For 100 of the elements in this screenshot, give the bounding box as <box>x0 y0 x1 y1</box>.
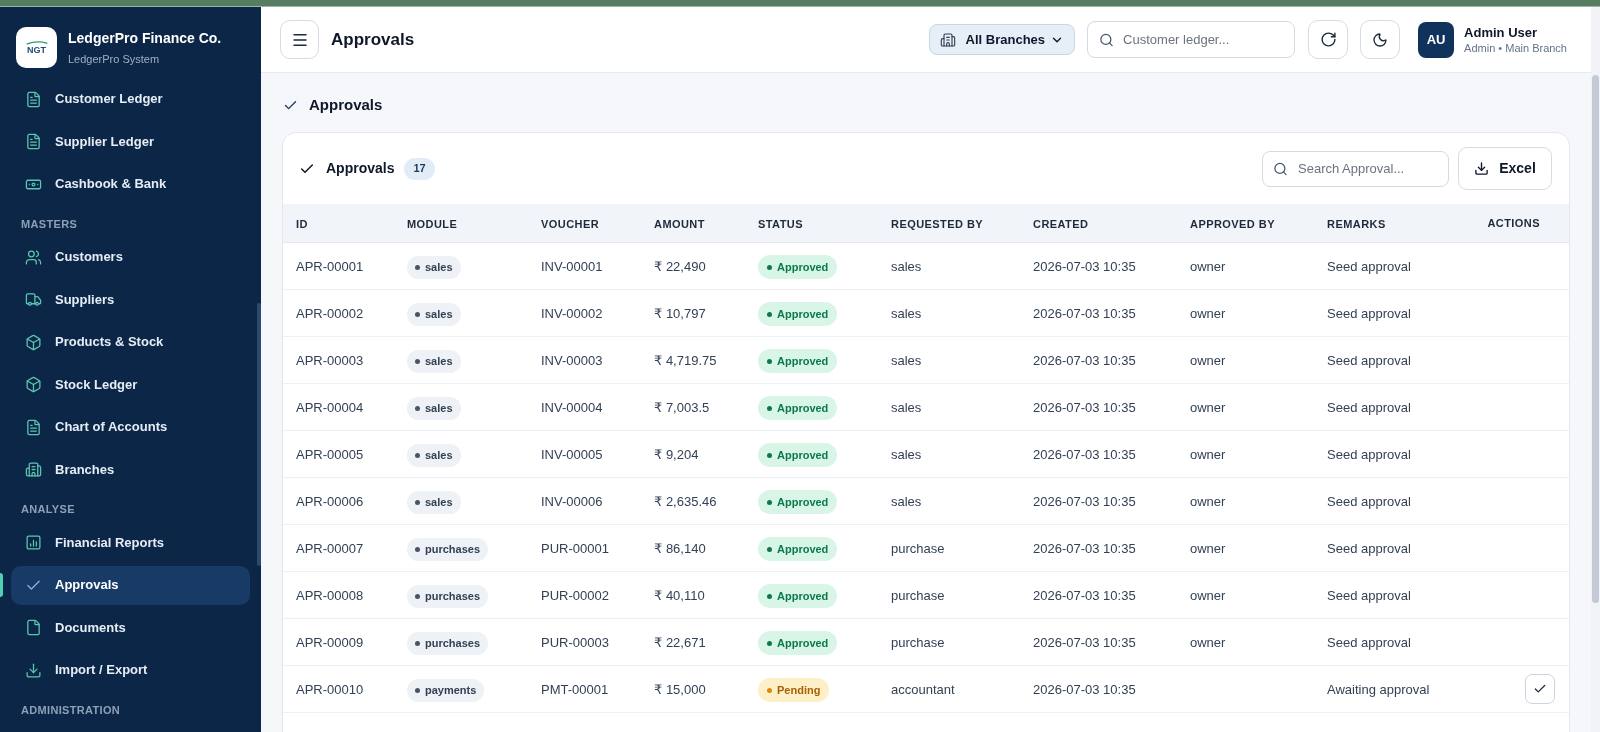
table-cell: owner <box>1190 541 1226 556</box>
sidebar-item[interactable]: Customer Ledger <box>11 79 250 119</box>
search-field[interactable]: Search Approval... <box>1262 150 1449 187</box>
table-cell: 2026-07-03 10:35 <box>1033 400 1136 415</box>
table-cell: PUR-00001 <box>541 541 609 556</box>
column-header: REMARKS <box>1327 218 1386 230</box>
table-cell: APR-00002 <box>296 306 364 321</box>
column-header: REQUESTED BY <box>891 218 984 230</box>
module-tag: purchases <box>407 585 489 608</box>
table-cell: APR-00010 <box>296 682 364 697</box>
table-cell: ₹ 2,635.46 <box>654 494 717 509</box>
count-badge: 17 <box>404 157 435 180</box>
table-cell: 2026-07-03 10:35 <box>1033 353 1136 368</box>
table-cell: ₹ 22,671 <box>654 635 706 650</box>
table-cell: PUR-00003 <box>541 635 609 650</box>
table-cell: owner <box>1190 259 1226 274</box>
table-cell: INV-00002 <box>541 306 603 321</box>
table-cell: INV-00004 <box>541 400 603 415</box>
table-cell: INV-00003 <box>541 353 603 368</box>
page-title: Approvals <box>331 28 415 51</box>
brand-name: LedgerPro Finance Co. <box>68 29 222 47</box>
bullet-icon <box>415 547 420 552</box>
table-cell: sales <box>891 353 922 368</box>
table-cell: sales <box>891 494 922 509</box>
sidebar-item[interactable]: Approvals <box>11 565 250 605</box>
user-role: Admin • Main Branch <box>1464 40 1567 55</box>
status-tag: Approved <box>758 537 838 562</box>
module-tag: sales <box>407 256 461 279</box>
table-cell: APR-00007 <box>296 541 364 556</box>
bullet-icon <box>415 641 420 646</box>
search-field[interactable]: Customer ledger... <box>1087 21 1296 58</box>
table-cell: sales <box>891 259 922 274</box>
download-icon <box>1474 161 1490 176</box>
sidebar-item[interactable]: Products & Stock <box>11 322 250 362</box>
sidebar-item[interactable]: Stock Ledger <box>11 365 250 404</box>
brand-subtitle: LedgerPro System <box>68 52 161 66</box>
module-tag: sales <box>407 444 461 467</box>
table-cell: APR-00009 <box>296 635 364 650</box>
table-cell: sales <box>891 447 922 462</box>
module-tag: payments <box>407 679 485 702</box>
refresh-icon <box>1319 31 1337 48</box>
table-cell: ₹ 7,003.5 <box>654 400 710 415</box>
column-header: STATUS <box>758 218 803 230</box>
column-header: AMOUNT <box>654 218 705 230</box>
bar-chart-icon <box>25 534 42 551</box>
column-header: ID <box>296 218 308 230</box>
module-tag: sales <box>407 303 461 326</box>
excel-export-button[interactable]: Excel <box>1458 147 1552 190</box>
status-tag: Approved <box>758 490 838 515</box>
scrollbar-thumb[interactable] <box>257 303 261 566</box>
cube-icon <box>25 333 42 351</box>
theme-toggle-button[interactable] <box>1360 20 1401 59</box>
branch-dropdown[interactable]: All Branches <box>928 24 1076 55</box>
table-cell: accountant <box>891 682 955 697</box>
sidebar-item[interactable]: Chart of Accounts <box>11 407 250 447</box>
sidebar-item[interactable]: Financial Reports <box>11 523 250 562</box>
sidebar-item[interactable]: Suppliers <box>11 280 250 319</box>
table-cell: 2026-07-03 10:35 <box>1033 541 1136 556</box>
status-tag: Approved <box>758 443 838 468</box>
table-cell: INV-00005 <box>541 447 603 462</box>
table-cell: 2026-07-03 10:35 <box>1033 588 1136 603</box>
approve-button[interactable] <box>1525 674 1555 704</box>
table-cell: APR-00003 <box>296 353 364 368</box>
module-tag: sales <box>407 350 461 373</box>
column-header: MODULE <box>407 218 458 230</box>
building-icon <box>25 461 42 478</box>
table-cell: APR-00001 <box>296 259 364 274</box>
menu-button[interactable] <box>280 20 319 59</box>
table-cell: purchase <box>891 588 945 603</box>
table-cell: ₹ 9,204 <box>654 447 699 462</box>
section-heading: ANALYSE <box>21 502 75 518</box>
table-cell: owner <box>1190 353 1226 368</box>
sidebar-item[interactable]: Import / Export <box>11 650 250 690</box>
sidebar-item[interactable]: Supplier Ledger <box>11 122 250 161</box>
user-name: Admin User <box>1464 24 1539 41</box>
status-tag: Approved <box>758 584 838 609</box>
scrollbar-thumb[interactable] <box>1592 75 1599 603</box>
status-tag: Approved <box>758 349 838 374</box>
table-cell: Awaiting approval <box>1327 682 1430 697</box>
table-cell: Seed approval <box>1327 635 1411 650</box>
bullet-icon <box>415 265 420 270</box>
table-cell: ₹ 4,719.75 <box>654 353 717 368</box>
table-cell: Seed approval <box>1327 400 1411 415</box>
table-cell: owner <box>1190 588 1226 603</box>
document-icon <box>25 133 42 150</box>
module-tag: sales <box>407 397 461 420</box>
sidebar-item[interactable]: Cashbook & Bank <box>11 164 250 204</box>
sidebar-item[interactable]: Documents <box>11 608 250 647</box>
table-cell: owner <box>1190 447 1226 462</box>
module-tag: sales <box>407 491 461 514</box>
sidebar-item[interactable]: Customers <box>11 237 250 277</box>
module-tag: purchases <box>407 632 489 655</box>
sidebar-item[interactable]: Branches <box>11 450 250 489</box>
table-cell: 2026-07-03 10:35 <box>1033 635 1136 650</box>
table-cell: INV-00001 <box>541 259 603 274</box>
table-cell: owner <box>1190 494 1226 509</box>
column-header: ACTIONS <box>1487 215 1540 231</box>
table-cell: APR-00004 <box>296 400 364 415</box>
refresh-button[interactable] <box>1308 20 1349 59</box>
table-cell: Seed approval <box>1327 494 1411 509</box>
